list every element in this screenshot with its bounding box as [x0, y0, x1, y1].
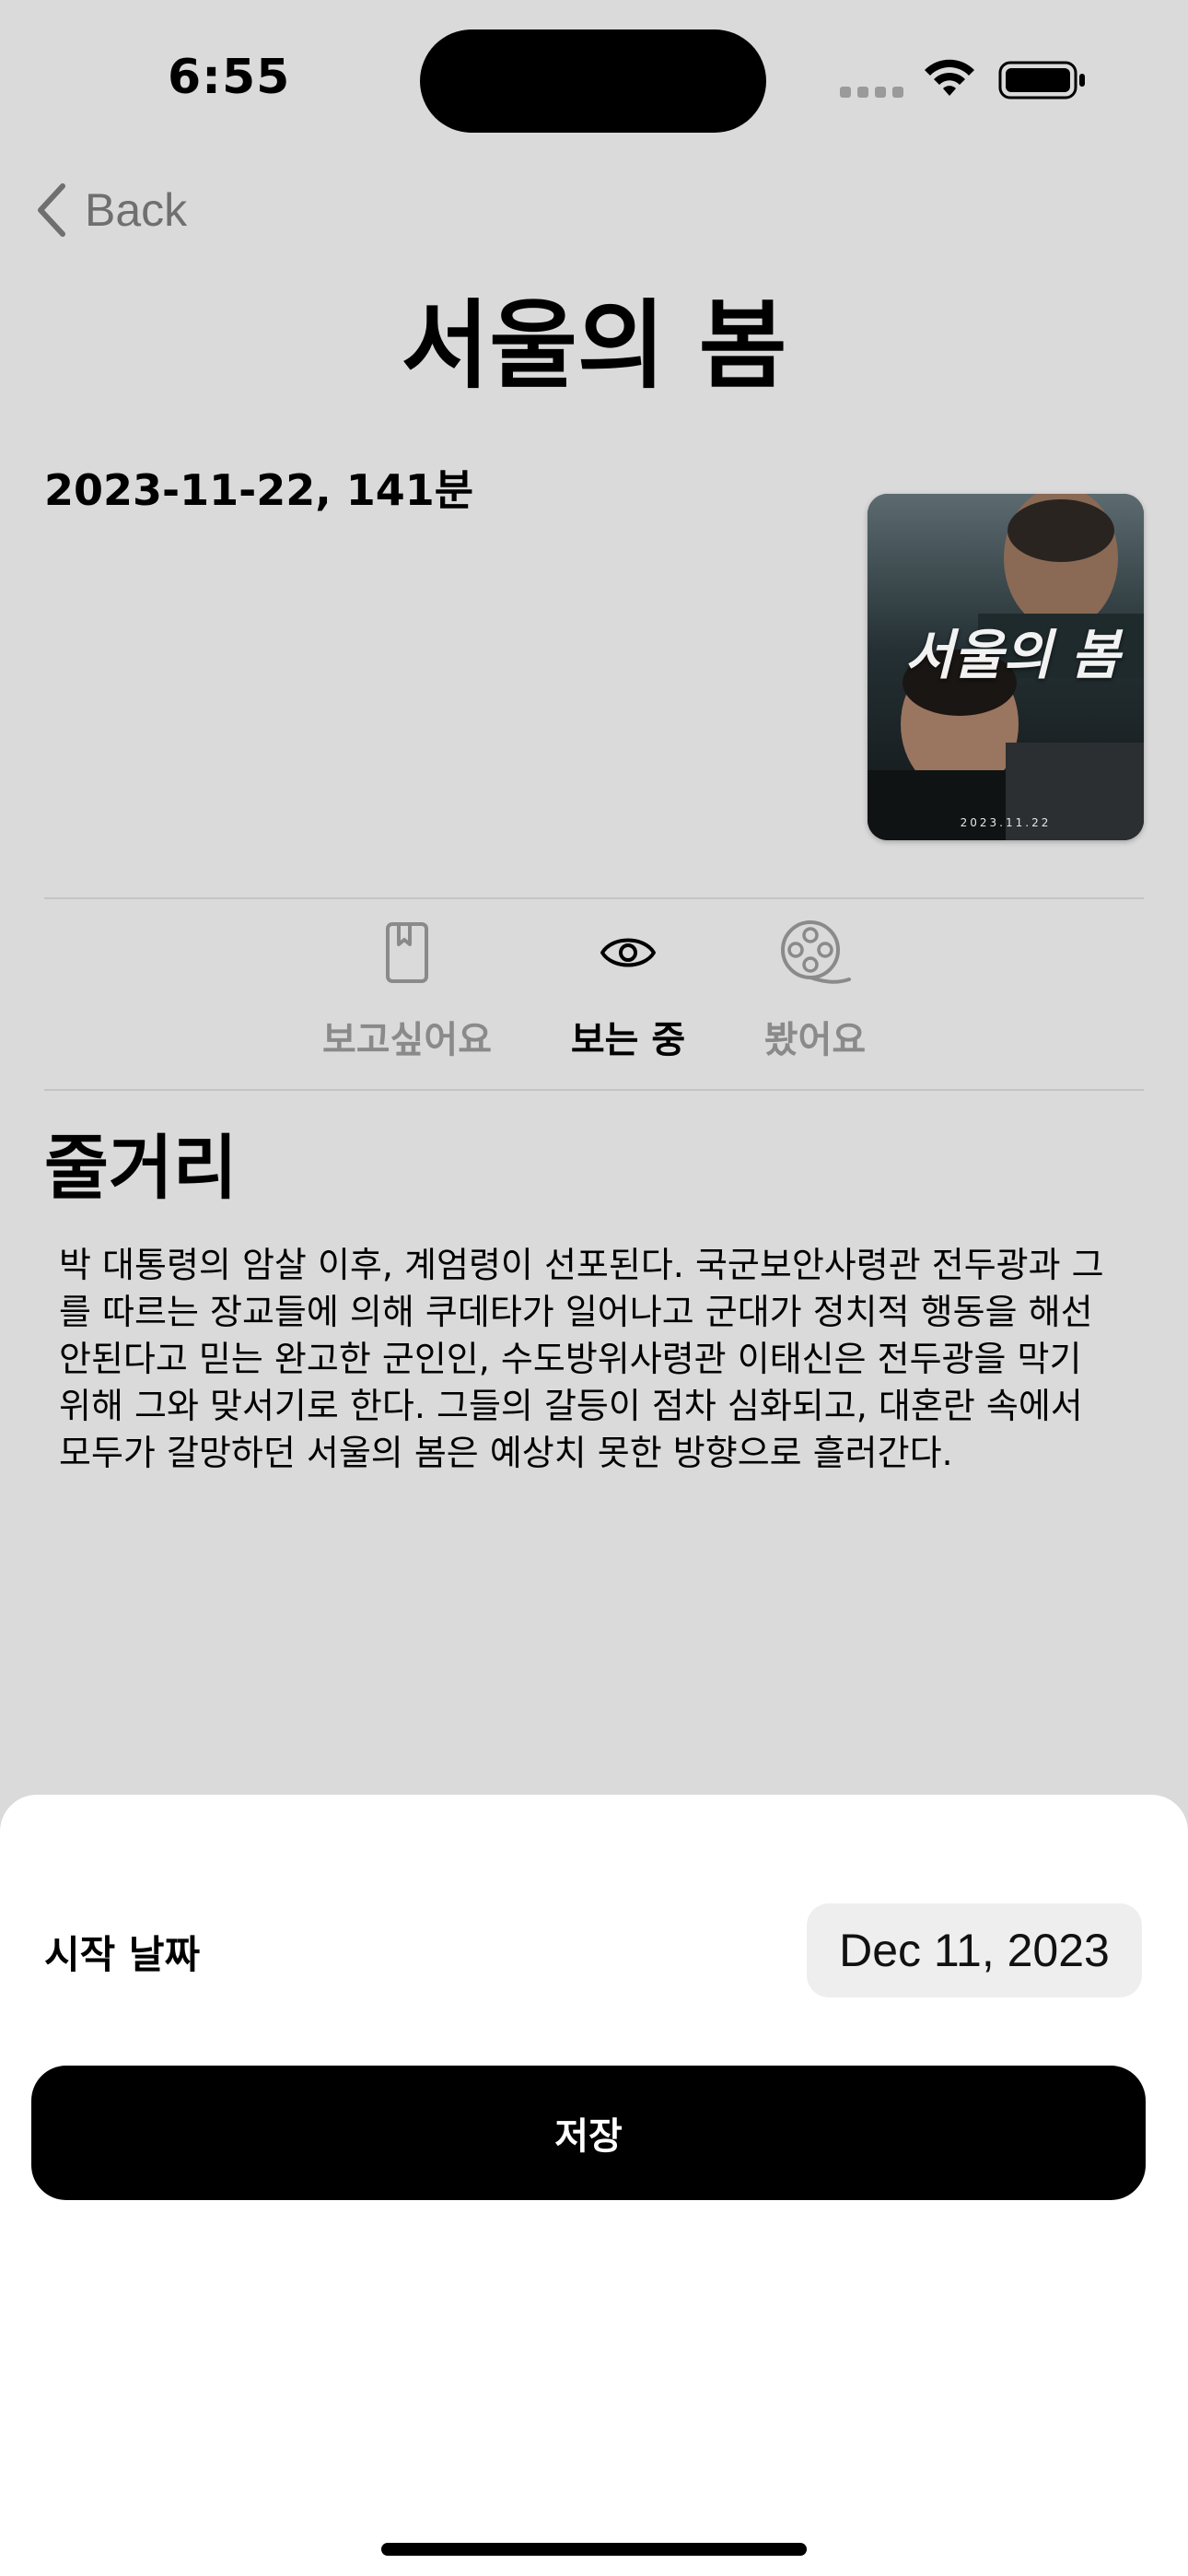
- save-button[interactable]: 저장: [31, 2066, 1146, 2200]
- synopsis-text: 박 대통령의 암살 이후, 계엄령이 선포된다. 국군보안사령관 전두광과 그를…: [59, 1245, 1104, 1473]
- tab-watched[interactable]: 봤어요: [737, 912, 893, 1078]
- poster-title-text: 서울의 봄: [904, 624, 1120, 686]
- eye-icon: [600, 912, 657, 993]
- watch-status-tabs: 보고싶어요 보는 중 봤어요: [0, 912, 1188, 1078]
- poster-date-text: 2023.11.22: [960, 816, 1052, 829]
- tab-want-to-watch-label: 보고싶어요: [322, 1019, 492, 1061]
- start-date-label: 시작 날짜: [44, 1932, 201, 1977]
- bookmark-icon: [384, 912, 430, 993]
- movie-title: 서울의 봄: [401, 289, 787, 402]
- film-reel-icon: [779, 912, 851, 993]
- cellular-signal-icon: [840, 87, 904, 98]
- back-button[interactable]: Back: [33, 177, 187, 243]
- tab-watched-label: 봤어요: [763, 1019, 867, 1061]
- divider-bottom: [44, 1089, 1144, 1091]
- release-date-runtime: 2023-11-22, 141분: [44, 465, 474, 515]
- chevron-left-icon: [38, 183, 65, 237]
- home-indicator: [381, 2543, 807, 2556]
- divider-top: [44, 897, 1144, 899]
- synopsis-heading: 줄거리: [44, 1127, 238, 1209]
- tab-want-to-watch[interactable]: 보고싶어요: [315, 912, 499, 1078]
- tab-watching-label: 보는 중: [570, 1019, 686, 1061]
- tab-watching[interactable]: 보는 중: [545, 912, 711, 1078]
- start-date-picker[interactable]: Dec 11, 2023: [807, 1903, 1142, 1997]
- battery-icon: [998, 61, 1085, 100]
- back-label: Back: [85, 184, 188, 236]
- dynamic-island: [420, 29, 766, 133]
- status-time: 6:55: [168, 50, 291, 105]
- movie-poster: 서울의 봄 2023.11.22: [868, 494, 1144, 840]
- wifi-icon: [925, 59, 974, 96]
